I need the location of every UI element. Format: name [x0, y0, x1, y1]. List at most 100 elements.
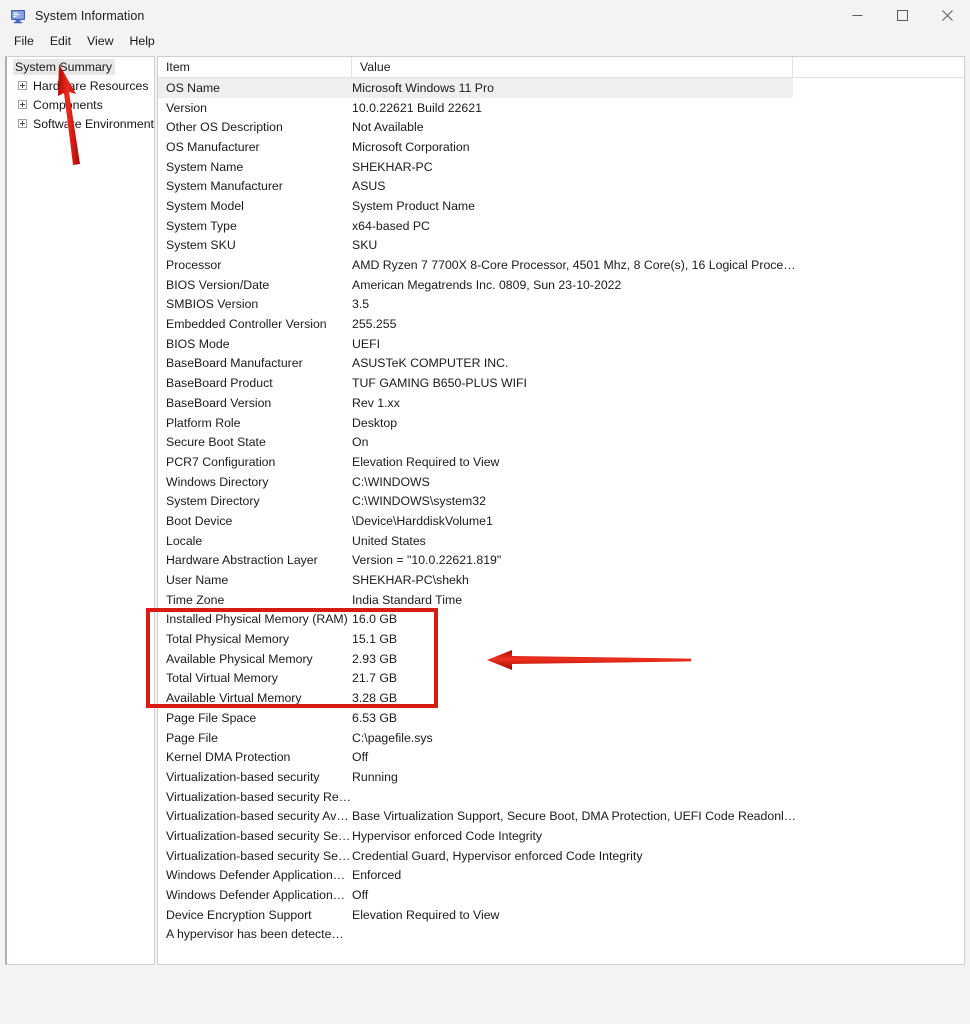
sidebar-item-software-environment[interactable]: Software Environment [7, 114, 154, 133]
table-row[interactable]: System Type x64-based PC [158, 216, 964, 236]
category-tree[interactable]: System Summary Hardware Resources Compon… [5, 56, 155, 965]
sidebar-item-label: Hardware Resources [33, 78, 149, 93]
table-cell-value: Elevation Required to View [352, 907, 500, 922]
table-row[interactable]: BaseBoard Version Rev 1.xx [158, 393, 964, 413]
table-row[interactable]: Virtualization-based security Se… Credent… [158, 846, 964, 866]
table-row[interactable]: Virtualization-based security Re… [158, 787, 964, 807]
table-cell-item: System SKU [166, 238, 236, 253]
table-row[interactable]: Page File C:\pagefile.sys [158, 728, 964, 748]
table-row[interactable]: SMBIOS Version 3.5 [158, 295, 964, 315]
table-row[interactable]: Total Physical Memory 15.1 GB [158, 629, 964, 649]
table-cell-item: OS Manufacturer [166, 139, 260, 154]
sidebar-item-label: System Summary [13, 58, 116, 75]
table-row[interactable]: Secure Boot State On [158, 432, 964, 452]
table-row[interactable]: System Manufacturer ASUS [158, 176, 964, 196]
table-cell-value: 255.255 [352, 317, 397, 332]
sidebar-item-label: Software Environment [33, 116, 154, 131]
table-cell-item: Page File [166, 730, 218, 745]
table-row[interactable]: Installed Physical Memory (RAM) 16.0 GB [158, 610, 964, 630]
table-row[interactable]: Virtualization-based security Se… Hypervi… [158, 826, 964, 846]
table-row[interactable]: Hardware Abstraction Layer Version = "10.… [158, 551, 964, 571]
table-row[interactable]: Other OS Description Not Available [158, 117, 964, 137]
table-row[interactable]: Processor AMD Ryzen 7 7700X 8-Core Proces… [158, 255, 964, 275]
table-row[interactable]: OS Manufacturer Microsoft Corporation [158, 137, 964, 157]
expand-plus-icon[interactable] [18, 119, 27, 128]
table-cell-value: 3.28 GB [352, 691, 398, 706]
table-row[interactable]: PCR7 Configuration Elevation Required to … [158, 452, 964, 472]
table-cell-item: Device Encryption Support [166, 907, 312, 922]
menu-item-view[interactable]: View [79, 33, 121, 50]
table-cell-value: 15.1 GB [352, 632, 398, 647]
table-row[interactable]: BaseBoard Product TUF GAMING B650-PLUS WI… [158, 373, 964, 393]
content-area: System Summary Hardware Resources Compon… [0, 52, 970, 969]
table-cell-value: Off [352, 750, 369, 765]
table-row[interactable]: Windows Defender Application… Enforced [158, 866, 964, 886]
column-header-value[interactable]: Value [352, 57, 793, 77]
table-row[interactable]: Page File Space 6.53 GB [158, 708, 964, 728]
table-cell-value: India Standard Time [352, 592, 463, 607]
table-cell-value: TUF GAMING B650-PLUS WIFI [352, 376, 527, 391]
menu-item-file[interactable]: File [6, 33, 42, 50]
table-cell-value: 16.0 GB [352, 612, 398, 627]
sidebar-item-components[interactable]: Components [7, 95, 154, 114]
table-row[interactable]: Total Virtual Memory 21.7 GB [158, 669, 964, 689]
list-rows: OS Name Microsoft Windows 11 Pro Version 10… [158, 78, 964, 944]
expand-plus-icon[interactable] [18, 100, 27, 109]
table-row[interactable]: Kernel DMA Protection Off [158, 747, 964, 767]
table-cell-item: Virtualization-based security Se… [166, 848, 351, 863]
table-row[interactable]: BIOS Version/Date American Megatrends Inc… [158, 275, 964, 295]
table-row[interactable]: Device Encryption Support Elevation Requi… [158, 905, 964, 925]
table-cell-item: Windows Defender Application… [166, 888, 346, 903]
table-row[interactable]: Virtualization-based security Running [158, 767, 964, 787]
table-cell-item: Boot Device [166, 513, 233, 528]
table-row[interactable]: Windows Directory C:\WINDOWS [158, 472, 964, 492]
maximize-icon[interactable] [880, 0, 925, 31]
table-cell-value: Hypervisor enforced Code Integrity [352, 828, 543, 843]
expand-plus-icon[interactable] [18, 81, 27, 90]
details-list[interactable]: Item Value OS Name Microsoft Windows 11 P… [157, 56, 965, 965]
table-row[interactable]: Available Virtual Memory 3.28 GB [158, 688, 964, 708]
table-row[interactable]: Embedded Controller Version 255.255 [158, 314, 964, 334]
table-row[interactable]: Platform Role Desktop [158, 413, 964, 433]
minimize-icon[interactable] [835, 0, 880, 31]
table-row[interactable]: A hypervisor has been detecte… [158, 925, 964, 945]
table-cell-item: Installed Physical Memory (RAM) [166, 612, 348, 627]
table-row[interactable]: Locale United States [158, 531, 964, 551]
table-cell-item: System Model [166, 198, 244, 213]
table-row[interactable]: Available Physical Memory 2.93 GB [158, 649, 964, 669]
table-row[interactable]: Version 10.0.22621 Build 22621 [158, 98, 964, 118]
column-header-item[interactable]: Item [158, 57, 352, 77]
table-row[interactable]: Time Zone India Standard Time [158, 590, 964, 610]
menu-item-help[interactable]: Help [121, 33, 162, 50]
table-row[interactable]: OS Name Microsoft Windows 11 Pro [158, 78, 793, 98]
table-cell-item: Available Physical Memory [166, 651, 313, 666]
table-row[interactable]: Boot Device \Device\HarddiskVolume1 [158, 511, 964, 531]
table-cell-value: Off [352, 888, 369, 903]
close-icon[interactable] [925, 0, 970, 31]
table-row[interactable]: User Name SHEKHAR-PC\shekh [158, 570, 964, 590]
table-cell-item: A hypervisor has been detecte… [166, 927, 344, 942]
menu-item-edit[interactable]: Edit [42, 33, 79, 50]
table-cell-item: SMBIOS Version [166, 297, 259, 312]
table-cell-value: Enforced [352, 868, 402, 883]
table-cell-value: American Megatrends Inc. 0809, Sun 23-10… [352, 277, 622, 292]
table-row[interactable]: System Name SHEKHAR-PC [158, 157, 964, 177]
table-row[interactable]: System Directory C:\WINDOWS\system32 [158, 491, 964, 511]
window-title: System Information [35, 8, 145, 23]
table-row[interactable]: System Model System Product Name [158, 196, 964, 216]
sidebar-item-system-summary[interactable]: System Summary [7, 57, 154, 76]
find-bar: Find what: Find Close Find Search select… [0, 969, 970, 1024]
table-row[interactable]: BIOS Mode UEFI [158, 334, 964, 354]
table-row[interactable]: System SKU SKU [158, 236, 964, 256]
system-information-window: System Information File Edit View Help S… [0, 0, 970, 1024]
table-row[interactable]: Virtualization-based security Av… Base Vi… [158, 806, 964, 826]
table-row[interactable]: BaseBoard Manufacturer ASUSTeK COMPUTER I… [158, 354, 964, 374]
menu-bar: File Edit View Help [0, 31, 970, 52]
sidebar-item-hardware-resources[interactable]: Hardware Resources [7, 76, 154, 95]
table-cell-value: Running [352, 769, 398, 784]
table-cell-value: Microsoft Corporation [352, 139, 470, 154]
table-cell-item: Virtualization-based security Av… [166, 809, 349, 824]
table-row[interactable]: Windows Defender Application… Off [158, 885, 964, 905]
table-cell-value: Microsoft Windows 11 Pro [352, 80, 494, 95]
table-cell-value: 2.93 GB [352, 651, 398, 666]
